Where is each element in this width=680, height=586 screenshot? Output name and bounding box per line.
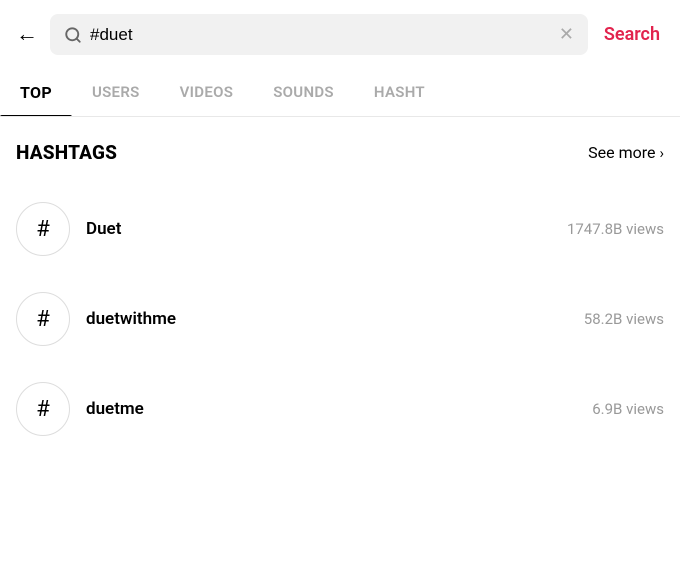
hashtag-item[interactable]: # duetme 6.9B views bbox=[16, 364, 664, 454]
clear-button[interactable]: ✕ bbox=[559, 24, 574, 45]
hashtag-list: # Duet 1747.8B views # duetwithme 58.2B … bbox=[16, 184, 664, 454]
see-more-label: See more bbox=[588, 143, 655, 162]
hashtag-info: duetme bbox=[86, 399, 592, 419]
tabs-bar: TOP USERS VIDEOS SOUNDS HASHT bbox=[0, 69, 680, 117]
hashtag-icon-circle: # bbox=[16, 202, 70, 256]
hashtag-symbol-icon: # bbox=[36, 397, 50, 422]
tab-videos[interactable]: VIDEOS bbox=[160, 69, 254, 116]
search-icon bbox=[64, 26, 82, 44]
see-more-button[interactable]: See more › bbox=[588, 143, 664, 162]
hashtags-title: HASHTAGS bbox=[16, 141, 117, 164]
search-bar: ✕ bbox=[50, 14, 588, 55]
hashtags-section-header: HASHTAGS See more › bbox=[16, 141, 664, 164]
hashtag-views: 1747.8B views bbox=[567, 220, 664, 238]
search-input[interactable] bbox=[90, 25, 551, 45]
hashtag-item[interactable]: # duetwithme 58.2B views bbox=[16, 274, 664, 364]
hashtag-icon-circle: # bbox=[16, 292, 70, 346]
hashtag-symbol-icon: # bbox=[36, 217, 50, 242]
hashtag-info: duetwithme bbox=[86, 309, 584, 329]
main-content: HASHTAGS See more › # Duet 1747.8B views… bbox=[0, 117, 680, 454]
hashtag-symbol-icon: # bbox=[36, 307, 50, 332]
tab-hashtags[interactable]: HASHT bbox=[354, 69, 445, 116]
hashtag-icon-circle: # bbox=[16, 382, 70, 436]
hashtag-views: 6.9B views bbox=[592, 400, 664, 418]
clear-icon: ✕ bbox=[559, 24, 574, 45]
search-submit-button[interactable]: Search bbox=[600, 24, 664, 45]
hashtag-views: 58.2B views bbox=[584, 310, 664, 328]
back-button[interactable]: ← bbox=[16, 24, 38, 46]
hashtag-info: Duet bbox=[86, 219, 567, 239]
tab-top[interactable]: TOP bbox=[0, 69, 72, 116]
chevron-right-icon: › bbox=[659, 144, 664, 162]
header: ← ✕ Search bbox=[0, 0, 680, 69]
tab-users[interactable]: USERS bbox=[72, 69, 160, 116]
back-arrow-icon: ← bbox=[16, 24, 38, 46]
hashtag-name: Duet bbox=[86, 219, 567, 239]
hashtag-name: duetme bbox=[86, 399, 592, 419]
hashtag-name: duetwithme bbox=[86, 309, 584, 329]
hashtag-item[interactable]: # Duet 1747.8B views bbox=[16, 184, 664, 274]
tab-sounds[interactable]: SOUNDS bbox=[253, 69, 354, 116]
